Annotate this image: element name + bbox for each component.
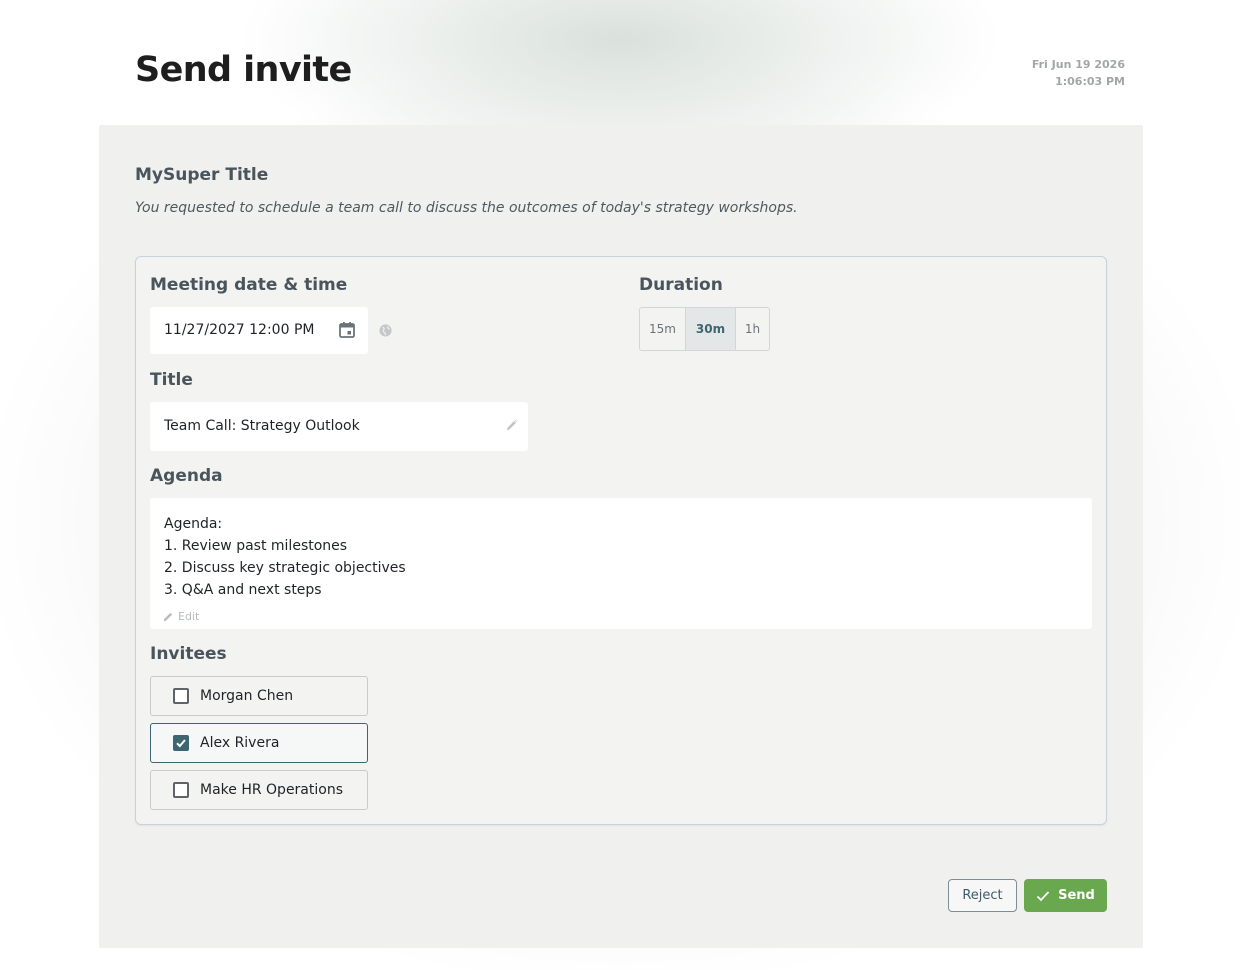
duration-option-15m[interactable]: 15m: [640, 308, 686, 350]
invitee-hr-operations[interactable]: Make HR Operations: [150, 770, 368, 810]
send-button[interactable]: Send: [1024, 879, 1107, 912]
page-header: Send invite Fri Jun 19 2026 1:06:03 PM: [135, 50, 1125, 100]
pencil-icon[interactable]: [505, 419, 518, 432]
invitee-name: Make HR Operations: [200, 782, 344, 798]
agenda-textarea[interactable]: Agenda: 1. Review past milestones 2. Dis…: [150, 498, 1092, 629]
globe-icon[interactable]: [378, 323, 393, 338]
timestamp-time: 1:06:03 PM: [1055, 75, 1125, 88]
agenda-line: 3. Q&A and next steps: [164, 582, 322, 598]
agenda-text: Agenda: 1. Review past milestones 2. Dis…: [164, 513, 406, 601]
duration-label: Duration: [639, 275, 723, 295]
timestamp: Fri Jun 19 2026 1:06:03 PM: [1032, 56, 1125, 90]
invite-card: MySuper Title You requested to schedule …: [99, 125, 1143, 948]
duration-selector: 15m 30m 1h: [639, 307, 770, 351]
invitee-checkbox[interactable]: [173, 688, 189, 704]
invitee-name: Alex Rivera: [200, 735, 280, 751]
datetime-value: 11/27/2027 12:00 PM: [164, 322, 315, 338]
title-input[interactable]: Team Call: Strategy Outlook: [150, 402, 528, 451]
section-description: You requested to schedule a team call to…: [135, 200, 798, 216]
timestamp-date: Fri Jun 19 2026: [1031, 58, 1125, 71]
datetime-label: Meeting date & time: [150, 275, 348, 295]
title-value: Team Call: Strategy Outlook: [164, 418, 360, 434]
title-label: Title: [150, 370, 193, 390]
invitees-label: Invitees: [150, 644, 227, 664]
agenda-line: 2. Discuss key strategic objectives: [164, 560, 406, 576]
invitee-name: Morgan Chen: [200, 688, 294, 704]
calendar-icon[interactable]: [338, 321, 356, 339]
agenda-line: 1. Review past milestones: [164, 538, 348, 554]
agenda-line: Agenda:: [164, 516, 223, 532]
checkmark-icon: [176, 739, 186, 748]
send-label: Send: [1058, 888, 1095, 903]
invitee-checkbox[interactable]: [173, 735, 189, 751]
section-title: MySuper Title: [135, 165, 269, 185]
agenda-label: Agenda: [150, 466, 223, 486]
page-title: Send invite: [135, 50, 352, 90]
reject-button[interactable]: Reject: [948, 879, 1017, 912]
invite-form: Meeting date & time 11/27/2027 12:00 PM …: [135, 256, 1107, 825]
invitee-checkbox[interactable]: [173, 782, 189, 798]
duration-option-1h[interactable]: 1h: [736, 308, 769, 350]
agenda-edit-button[interactable]: Edit: [162, 610, 199, 623]
agenda-edit-label: Edit: [178, 610, 200, 623]
datetime-input[interactable]: 11/27/2027 12:00 PM: [150, 307, 368, 354]
duration-option-30m[interactable]: 30m: [686, 308, 736, 350]
invitee-morgan-chen[interactable]: Morgan Chen: [150, 676, 368, 716]
checkmark-icon: [1036, 890, 1050, 901]
invitee-alex-rivera[interactable]: Alex Rivera: [150, 723, 368, 763]
pencil-icon: [163, 612, 173, 621]
